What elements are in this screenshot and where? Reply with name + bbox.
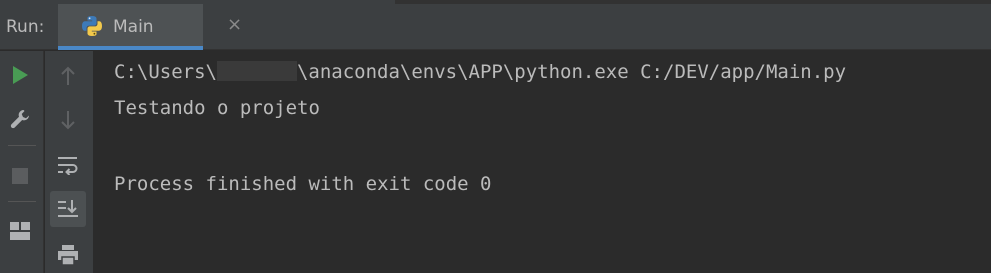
stop-button[interactable] bbox=[4, 160, 36, 192]
previous-occurrence-button[interactable] bbox=[52, 60, 84, 92]
python-icon bbox=[80, 14, 104, 38]
tab-main[interactable]: Main × bbox=[58, 4, 242, 50]
soft-wrap-icon bbox=[57, 155, 79, 175]
command-path-suffix: \anaconda\envs\APP\python.exe C:/DEV/app… bbox=[296, 61, 847, 83]
next-occurrence-button[interactable] bbox=[52, 104, 84, 136]
run-tool-window: Run: Main × C:\Users\ \anaconda\envs\APP… bbox=[0, 0, 991, 273]
tab-active-indicator bbox=[58, 46, 203, 50]
console-line-command: C:\Users\ \anaconda\envs\APP\python.exe C… bbox=[114, 60, 846, 84]
run-toolbar-secondary bbox=[45, 51, 93, 273]
command-path-prefix: C:\Users\ bbox=[114, 61, 217, 83]
scroll-to-end-icon bbox=[57, 198, 79, 220]
redacted-username bbox=[216, 61, 297, 81]
arrow-down-icon bbox=[59, 110, 77, 130]
wrench-icon bbox=[9, 108, 31, 130]
layout-icon bbox=[10, 222, 30, 240]
toolbar-divider bbox=[8, 145, 36, 146]
layout-button[interactable] bbox=[4, 215, 36, 247]
run-toolbar-primary bbox=[0, 51, 44, 273]
console-line-output: Testando o projeto bbox=[114, 97, 320, 119]
print-button[interactable] bbox=[52, 239, 84, 271]
print-icon bbox=[57, 244, 79, 266]
run-label: Run: bbox=[6, 17, 45, 37]
tab-main-label: Main bbox=[113, 17, 154, 37]
arrow-up-icon bbox=[59, 66, 77, 86]
scroll-to-end-button[interactable] bbox=[50, 191, 86, 227]
soft-wrap-button[interactable] bbox=[52, 149, 84, 181]
toolbar-divider bbox=[8, 201, 36, 202]
rerun-icon bbox=[11, 65, 29, 85]
stop-icon bbox=[12, 168, 28, 184]
run-panel-header: Run: Main × bbox=[0, 4, 991, 50]
console-line-exit-status: Process finished with exit code 0 bbox=[114, 173, 492, 195]
rerun-button[interactable] bbox=[4, 59, 36, 91]
close-icon[interactable]: × bbox=[227, 16, 243, 34]
console-output[interactable]: C:\Users\ \anaconda\envs\APP\python.exe C… bbox=[93, 51, 991, 273]
modify-run-config-button[interactable] bbox=[4, 103, 36, 135]
